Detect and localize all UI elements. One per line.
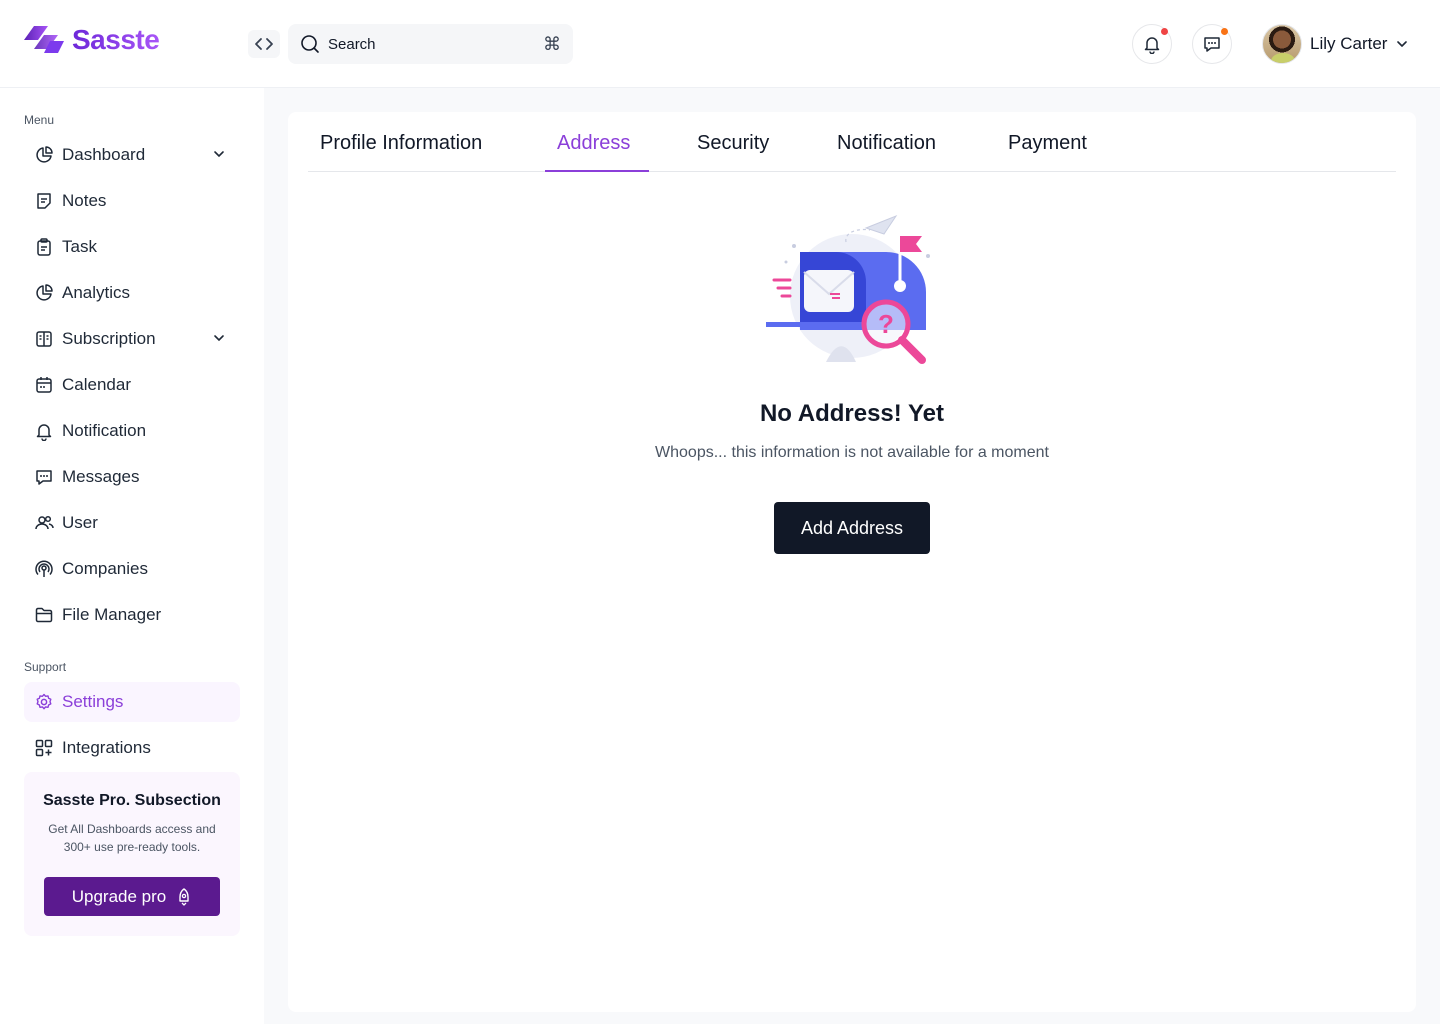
sidebar-item-label: User	[62, 513, 98, 532]
tab-notification[interactable]: Notification	[837, 132, 936, 172]
sidebar-item-label: Notes	[62, 191, 107, 210]
upgrade-promo-card: Sasste Pro. Subsection Get All Dashboard…	[24, 772, 240, 936]
sidebar-item-companies[interactable]: Companies	[24, 549, 240, 589]
message-dot	[1221, 28, 1228, 35]
notification-dot	[1161, 28, 1168, 35]
search-icon	[300, 34, 320, 54]
sidebar-item-dashboard[interactable]: Dashboard	[24, 135, 240, 175]
clipboard-icon	[34, 237, 54, 257]
pie-chart-icon	[34, 283, 54, 303]
sidebar-item-label: Task	[62, 237, 97, 256]
search-input[interactable]: Search ⌘	[288, 24, 573, 64]
bell-icon	[1144, 37, 1160, 54]
promo-title: Sasste Pro. Subsection	[43, 792, 221, 809]
sidebar-item-task[interactable]: Task	[24, 227, 240, 267]
note-icon	[34, 191, 54, 211]
add-address-button[interactable]: Add Address	[774, 502, 930, 554]
sidebar-item-notes[interactable]: Notes	[24, 181, 240, 221]
settings-card: Profile Information Address Security Not…	[288, 112, 1416, 1012]
empty-state-title: No Address! Yet	[759, 400, 945, 427]
menu-section-label: Menu	[24, 113, 55, 127]
chevron-down-icon	[214, 335, 224, 342]
apps-icon	[34, 738, 54, 758]
sidebar-item-messages[interactable]: Messages	[24, 457, 240, 497]
rocket-icon	[179, 887, 189, 906]
calendar-icon	[34, 375, 54, 395]
settings-tabs: Profile Information Address Security Not…	[308, 112, 1396, 172]
command-icon: ⌘	[543, 33, 561, 54]
sidebar-item-label: Subscription	[62, 329, 156, 348]
sidebar-item-label: File Manager	[62, 605, 162, 624]
chat-icon	[34, 467, 54, 487]
folder-icon	[34, 605, 54, 625]
brand-logo[interactable]: Sasste	[24, 24, 160, 56]
empty-state-subtitle: Whoops... this information is not availa…	[655, 444, 1049, 461]
upgrade-pro-button[interactable]: Upgrade pro	[44, 877, 220, 916]
code-brackets-icon	[255, 38, 273, 50]
sidebar-item-integrations[interactable]: Integrations	[24, 728, 240, 768]
sidebar-toggle-button[interactable]	[248, 30, 280, 58]
svg-text:?: ?	[878, 309, 894, 339]
tab-profile-information[interactable]: Profile Information	[320, 132, 482, 172]
avatar	[1262, 24, 1302, 64]
brand-name: Sasste	[72, 24, 160, 55]
top-header: Sasste Search ⌘ Lily Carter	[0, 0, 1440, 88]
sidebar-item-label: Notification	[62, 421, 147, 440]
sidebar-item-label: Calendar	[62, 375, 131, 394]
users-icon	[34, 513, 54, 533]
layout-icon	[34, 329, 54, 349]
active-tab-indicator	[545, 170, 649, 172]
chat-icon	[1204, 37, 1220, 52]
upgrade-button-label: Upgrade pro	[71, 886, 167, 906]
sidebar-item-label: Settings	[62, 692, 124, 711]
tab-security[interactable]: Security	[697, 132, 769, 172]
chevron-down-icon	[1397, 41, 1408, 47]
sidebar-item-file-manager[interactable]: File Manager	[24, 595, 240, 635]
sidebar-item-calendar[interactable]: Calendar	[24, 365, 240, 405]
mailbox-search-illustration: ?	[766, 214, 930, 364]
pie-chart-icon	[34, 145, 54, 165]
tab-payment[interactable]: Payment	[1008, 132, 1087, 172]
sidebar-item-label: Companies	[62, 559, 148, 578]
support-section-label: Support	[24, 660, 67, 674]
sidebar-item-label: Dashboard	[62, 145, 146, 164]
sidebar-item-label: Messages	[62, 467, 140, 486]
user-menu[interactable]: Lily Carter	[1262, 24, 1409, 64]
sidebar-item-user[interactable]: User	[24, 503, 240, 543]
sidebar-item-subscription[interactable]: Subscription	[24, 319, 240, 359]
chevron-down-icon	[214, 151, 224, 158]
sidebar-item-analytics[interactable]: Analytics	[24, 273, 240, 313]
logo-mark-icon	[24, 26, 64, 53]
tab-address[interactable]: Address	[557, 132, 630, 172]
gear-icon	[34, 692, 54, 712]
sidebar-item-label: Integrations	[62, 738, 151, 757]
notifications-button[interactable]	[1132, 24, 1172, 64]
sidebar-item-settings[interactable]: Settings	[24, 682, 240, 722]
search-placeholder: Search	[328, 35, 376, 53]
promo-text: Get All Dashboards access and 300+ use p…	[48, 822, 216, 854]
messages-button[interactable]	[1192, 24, 1232, 64]
user-name: Lily Carter	[1310, 34, 1388, 53]
broadcast-icon	[34, 559, 54, 579]
sidebar-item-notification[interactable]: Notification	[24, 411, 240, 451]
sidebar-item-label: Analytics	[62, 283, 131, 302]
sidebar: Menu Dashboard Notes Task Analytics Subs…	[0, 88, 264, 1024]
bell-icon	[34, 421, 54, 441]
